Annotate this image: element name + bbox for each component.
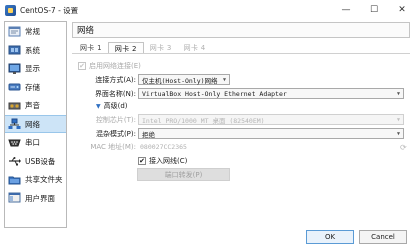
- sidebar-item-label: 用户界面: [25, 193, 55, 203]
- sidebar-item-usb[interactable]: USB设备: [5, 152, 66, 170]
- port-forwarding-button[interactable]: 端口转发(P): [137, 168, 230, 181]
- usb-icon: [9, 157, 21, 166]
- sidebar-item-system[interactable]: 系统: [5, 41, 66, 59]
- attached-to-select[interactable]: 仅主机(Host-Only)网络 ▼: [138, 74, 230, 85]
- adapter-type-row: 控制芯片(T): Intel PRO/1000 MT 桌面 (82540EM) …: [90, 114, 404, 125]
- attached-to-row: 连接方式(A): 仅主机(Host-Only)网络 ▼: [90, 74, 230, 85]
- promiscuous-mode-select[interactable]: 拒绝 ▼: [138, 128, 404, 139]
- window-title: CentOS-7 - 设置: [20, 5, 79, 15]
- sidebar-item-label: 系统: [25, 45, 40, 55]
- minimize-button[interactable]: —: [332, 0, 360, 20]
- sidebar-item-label: 常规: [25, 27, 40, 36]
- chevron-down-icon: ▼: [222, 77, 226, 83]
- promiscuous-mode-label: 混杂模式(P):: [95, 129, 136, 138]
- cancel-button[interactable]: Cancel: [359, 230, 407, 244]
- sidebar-item-label: 声音: [25, 101, 40, 110]
- sidebar-item-label: 网络: [25, 119, 40, 129]
- shared-folder-icon: [8, 176, 21, 184]
- chevron-down-icon: ▼: [396, 131, 400, 137]
- interface-name-label: 界面名称(N):: [94, 89, 136, 98]
- close-button[interactable]: ✕: [388, 0, 416, 20]
- enable-adapter-row: ✔ 启用网络连接(E): [78, 61, 141, 71]
- storage-icon: [8, 83, 21, 91]
- display-icon: [8, 63, 21, 74]
- sidebar-item-storage[interactable]: 存储: [5, 78, 66, 96]
- sidebar-item-label: 显示: [25, 64, 40, 73]
- network-settings-panel: 网络 网卡 1 网卡 2 网卡 3 网卡 4 ✔ 启用网络连接(E) 连接方式(…: [72, 22, 412, 230]
- user-interface-icon: [8, 192, 21, 203]
- advanced-toggle[interactable]: ▼ 高级(d): [96, 101, 128, 111]
- advanced-label: 高级(d): [103, 102, 128, 110]
- window-controls: — ☐ ✕: [332, 0, 416, 20]
- adapter-type-value: Intel PRO/1000 MT 桌面 (82540EM): [142, 116, 265, 125]
- chevron-down-icon: ▼: [396, 91, 400, 97]
- sidebar-item-label: USB设备: [25, 156, 56, 166]
- settings-sidebar: 常规 系统 显示 存储 声音 网络 串口 USB设备 共享文件夹 用户界面: [4, 21, 67, 228]
- maximize-button[interactable]: ☐: [360, 0, 388, 20]
- cable-connected-row: ✔ 接入网线(C): [138, 156, 187, 166]
- mac-address-label: MAC 地址(M):: [90, 143, 136, 151]
- title-bar: CentOS-7 - 设置 — ☐ ✕: [0, 0, 416, 20]
- promiscuous-mode-row: 混杂模式(P): 拒绝 ▼: [90, 128, 404, 139]
- section-title: 网络: [72, 22, 410, 38]
- serial-port-icon: [8, 139, 21, 146]
- ok-button[interactable]: OK: [306, 230, 354, 244]
- sidebar-item-user-interface[interactable]: 用户界面: [5, 189, 66, 207]
- sidebar-item-display[interactable]: 显示: [5, 60, 66, 78]
- adapter-type-select[interactable]: Intel PRO/1000 MT 桌面 (82540EM) ▼: [138, 114, 404, 125]
- interface-name-select[interactable]: VirtualBox Host-Only Ethernet Adapter ▼: [138, 88, 404, 99]
- interface-name-row: 界面名称(N): VirtualBox Host-Only Ethernet A…: [90, 88, 404, 99]
- adapter-type-label: 控制芯片(T):: [95, 115, 136, 124]
- cable-connected-label: 接入网线(C): [149, 157, 188, 165]
- sidebar-item-audio[interactable]: 声音: [5, 97, 66, 115]
- audio-icon: [8, 102, 21, 109]
- sidebar-item-shared-folders[interactable]: 共享文件夹: [5, 171, 66, 189]
- network-icon: [8, 118, 21, 129]
- system-icon: [8, 45, 21, 55]
- virtualbox-icon: [5, 4, 16, 16]
- interface-name-value: VirtualBox Host-Only Ethernet Adapter: [142, 89, 287, 98]
- chevron-down-icon: ▼: [396, 117, 400, 123]
- mac-address-field[interactable]: 080027CC2365: [140, 143, 390, 151]
- general-icon: [8, 26, 21, 36]
- mac-address-row: MAC 地址(M): 080027CC2365 ⟳: [90, 142, 407, 152]
- promiscuous-mode-value: 拒绝: [142, 130, 155, 139]
- sidebar-item-general[interactable]: 常规: [5, 23, 66, 41]
- sidebar-item-label: 串口: [25, 138, 40, 147]
- refresh-mac-icon[interactable]: ⟳: [400, 143, 407, 152]
- sidebar-item-serial-port[interactable]: 串口: [5, 134, 66, 152]
- sidebar-item-network[interactable]: 网络: [5, 115, 66, 133]
- attached-to-value: 仅主机(Host-Only)网络: [142, 76, 218, 85]
- sidebar-item-label: 存储: [25, 82, 40, 92]
- expand-arrow-icon: ▼: [96, 102, 101, 110]
- adapter-panel: ✔ 启用网络连接(E) 连接方式(A): 仅主机(Host-Only)网络 ▼ …: [72, 53, 410, 225]
- attached-to-label: 连接方式(A):: [95, 75, 136, 84]
- sidebar-item-label: 共享文件夹: [25, 175, 63, 184]
- enable-adapter-label: 启用网络连接(E): [89, 62, 141, 70]
- cable-connected-checkbox[interactable]: ✔: [138, 157, 146, 165]
- enable-adapter-checkbox[interactable]: ✔: [78, 62, 86, 70]
